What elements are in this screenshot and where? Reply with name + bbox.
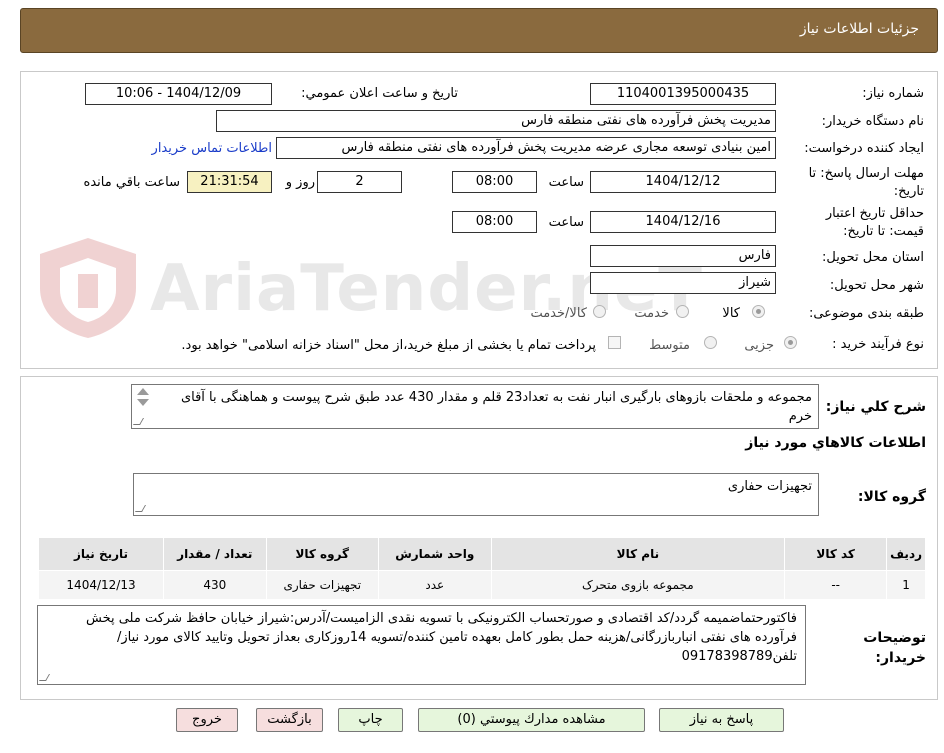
buyer-notes-label: توضیحات خریدار:	[863, 630, 926, 666]
description-textarea[interactable]: مجموعه و ملحقات بازوهای بارگیری انبار نف…	[131, 384, 819, 429]
col-header-item-code: کد کالا	[784, 537, 888, 571]
treasury-payment-checkbox[interactable]	[608, 336, 621, 349]
reply-button[interactable]: پاسخ به نیاز	[659, 708, 784, 732]
price-validity-label: حداقل تاریخ اعتبار قیمت: تا تاریخ:	[826, 205, 924, 241]
purchase-type-medium-radio[interactable]	[704, 336, 717, 349]
page-header: جزئیات اطلاعات نیاز	[20, 8, 938, 53]
items-table: ردیف کد کالا نام کالا واحد شمارش گروه کا…	[37, 537, 926, 600]
print-button[interactable]: چاپ	[338, 708, 403, 732]
cell-item-code: --	[784, 570, 888, 600]
purchase-type-medium-label: متوسط	[649, 338, 690, 353]
cell-item-group: تجهیزات حفاری	[265, 570, 379, 600]
requester-label: ایجاد کننده درخواست:	[804, 141, 924, 156]
items-table-wrapper: ردیف کد کالا نام کالا واحد شمارش گروه کا…	[37, 537, 926, 600]
category-goods-service-label: کالا/خدمت	[530, 306, 587, 321]
purchase-type-label: نوع فرآیند خرید :	[832, 337, 924, 352]
price-validity-time-label: ساعت	[548, 215, 584, 230]
cell-need-date: 1404/12/13	[37, 570, 165, 600]
requester-field: امین بنیادی توسعه مجاری عرضه مدیریت پخش …	[276, 137, 776, 159]
back-button[interactable]: بازگشت	[256, 708, 323, 732]
description-scroll-down-icon[interactable]	[137, 399, 149, 406]
treasury-payment-note: پرداخت تمام یا بخشی از مبلغ خرید،از محل …	[181, 338, 596, 353]
col-header-row-number: ردیف	[886, 537, 926, 571]
province-label: استان محل تحویل:	[822, 250, 924, 265]
description-scroll-up-icon[interactable]	[137, 388, 149, 395]
reply-deadline-label: مهلت ارسال پاسخ: تا تاریخ:	[809, 165, 924, 201]
cell-item-name: مجموعه بازوی متحرک	[490, 570, 786, 600]
buyer-org-field: مدیریت پخش فرآورده های نفتی منطقه فارس	[216, 110, 776, 132]
description-label: شرح کلي نیاز:	[825, 399, 926, 415]
category-service-label: خدمت	[634, 306, 669, 321]
reply-deadline-time-field: 08:00	[452, 171, 537, 193]
reply-deadline-days-field: 2	[317, 171, 402, 193]
announce-datetime-field: 1404/12/09 - 10:06	[85, 83, 272, 105]
reply-deadline-days-label: روز و	[285, 175, 315, 190]
price-validity-date-field: 1404/12/16	[590, 211, 776, 233]
category-service-radio[interactable]	[676, 305, 689, 318]
view-attachments-button[interactable]: مشاهده مدارك پیوستي (0)	[418, 708, 645, 732]
buyer-notes-textarea[interactable]: فاکتورحتماضمیمه گردد/کد اقتصادی و صورتحس…	[37, 605, 806, 685]
items-table-header-row: ردیف کد کالا نام کالا واحد شمارش گروه کا…	[37, 537, 926, 571]
col-header-quantity: تعداد / مقدار	[163, 537, 267, 571]
category-label: طبقه بندی موضوعی:	[808, 306, 924, 321]
watermark: AriaTender.neT	[28, 232, 702, 342]
cell-row-number: 1	[886, 570, 926, 600]
city-label: شهر محل تحویل:	[829, 278, 924, 293]
buyer-contact-link[interactable]: اطلاعات تماس خریدار	[152, 141, 272, 156]
goods-group-field: تجهیزات حفاری	[133, 473, 819, 516]
reply-deadline-label-line1: مهلت ارسال پاسخ: تا	[808, 166, 924, 181]
reply-deadline-date-field: 1404/12/12	[590, 171, 776, 193]
purchase-type-minor-label: جزیی	[744, 338, 774, 353]
page-title: جزئیات اطلاعات نیاز	[799, 21, 919, 37]
col-header-item-name: نام کالا	[490, 537, 786, 571]
reply-deadline-time-label: ساعت	[548, 175, 584, 190]
goods-group-label: گروه کالا:	[857, 489, 926, 505]
remaining-time-label: ساعت باقي مانده	[83, 175, 180, 190]
col-header-item-group: گروه کالا	[265, 537, 379, 571]
col-header-need-date: تاریخ نیاز	[37, 537, 165, 571]
price-validity-label-line2: قیمت: تا تاریخ:	[843, 224, 924, 239]
city-field: شیراز	[590, 272, 776, 294]
cell-unit: عدد	[377, 570, 492, 600]
watermark-logo-icon	[40, 238, 136, 338]
col-header-unit: واحد شمارش	[377, 537, 492, 571]
cell-quantity: 430	[163, 570, 267, 600]
category-goods-label: کالا	[722, 306, 740, 321]
announce-datetime-label: تاریخ و ساعت اعلان عمومي:	[301, 86, 458, 101]
price-validity-time-field: 08:00	[452, 211, 537, 233]
goods-section-title: اطلاعات کالاهاي مورد نیاز	[745, 435, 926, 451]
purchase-type-minor-radio[interactable]	[784, 336, 797, 349]
buyer-org-label: نام دستگاه خریدار:	[821, 114, 924, 129]
need-number-label: شماره نیاز:	[862, 86, 924, 101]
exit-button[interactable]: خروج	[176, 708, 238, 732]
province-field: فارس	[590, 245, 776, 267]
category-goods-radio[interactable]	[752, 305, 765, 318]
remaining-time-field: 21:31:54	[187, 171, 272, 193]
price-validity-label-line1: حداقل تاریخ اعتبار	[825, 206, 924, 221]
need-number-field: 1104001395000435	[590, 83, 776, 105]
table-row: 1 -- مجموعه بازوی متحرک عدد تجهیزات حفار…	[37, 570, 926, 600]
reply-deadline-label-line2: تاریخ:	[893, 184, 924, 199]
category-goods-service-radio[interactable]	[593, 305, 606, 318]
